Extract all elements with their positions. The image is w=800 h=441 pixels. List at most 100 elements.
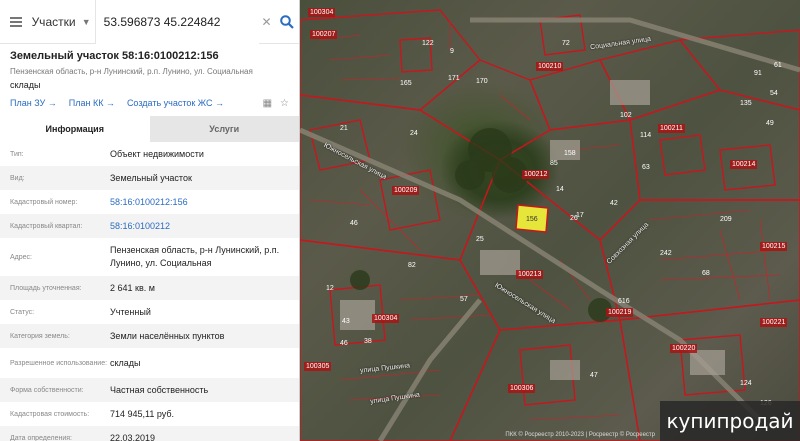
info-value: Объект недвижимости <box>110 148 204 159</box>
parcel-number: 46 <box>340 340 348 347</box>
parcel-number: 12 <box>326 285 334 292</box>
info-key: Адрес: <box>10 253 32 261</box>
info-key: Кадастровая стоимость: <box>10 410 90 418</box>
tabs: Информация Услуги <box>0 116 299 142</box>
info-row: Категория земель: Земли населённых пункт… <box>0 324 299 348</box>
parcel-number: 49 <box>766 120 774 127</box>
parcel-links: План ЗУ → План КК → Создать участок ЖС →… <box>10 96 289 110</box>
quarter-label: 100304 <box>308 8 336 17</box>
info-value: Земельный участок <box>110 172 192 183</box>
satellite-map[interactable]: 100207 100210 100211 100214 100212 10020… <box>300 0 800 441</box>
parcel-number: 14 <box>556 186 564 193</box>
cadastral-quarter-link[interactable]: 58:16:0100212 <box>110 220 299 233</box>
search-button[interactable] <box>274 0 299 44</box>
info-value: Учтенный <box>110 306 151 317</box>
info-key: Разрешенное использование: <box>10 359 108 367</box>
category-select[interactable]: Участки ▼ <box>32 0 95 44</box>
parcel-number: 17 <box>576 212 584 219</box>
info-value: 714 945,11 руб. <box>110 408 175 419</box>
quarter-label: 100305 <box>304 362 332 371</box>
clear-button[interactable]: ✕ <box>259 0 275 44</box>
search-input[interactable] <box>94 0 259 44</box>
info-key: Площадь уточненная: <box>10 284 82 292</box>
parcel-number: 38 <box>364 338 372 345</box>
info-row: Кадастровый квартал: 58:16:0100212 <box>0 214 299 238</box>
parcel-number: 63 <box>642 164 650 171</box>
parcel-number: 61 <box>774 62 782 69</box>
parcel-number: 165 <box>400 80 412 87</box>
info-panel: Участки ▼ ✕ Земельный участок 58:16:0100… <box>0 0 300 441</box>
parcel-number: 25 <box>476 236 484 243</box>
parcel-number: 57 <box>460 296 468 303</box>
info-row: Тип: Объект недвижимости <box>0 142 299 166</box>
parcel-number: 91 <box>754 70 762 77</box>
quarter-label: 100214 <box>730 160 758 169</box>
quarter-label: 100221 <box>760 318 788 327</box>
quarter-label: 100304 <box>372 314 400 323</box>
parcel-number: 46 <box>350 220 358 227</box>
info-table: Тип: Объект недвижимости Вид: Земельный … <box>0 142 299 441</box>
info-row: Кадастровая стоимость: 714 945,11 руб. <box>0 402 299 426</box>
star-icon[interactable]: ☆ <box>280 98 289 109</box>
quarter-label: 100213 <box>516 270 544 279</box>
parcel-title: Земельный участок 58:16:0100212:156 <box>10 50 219 62</box>
quarter-label: 100211 <box>658 124 685 133</box>
info-row: Форма собственности: Частная собственнос… <box>0 378 299 402</box>
menu-button[interactable] <box>0 0 32 44</box>
parcel-number: 616 <box>618 298 630 305</box>
quarter-label: 100215 <box>760 242 788 251</box>
quarter-label: 100220 <box>670 344 698 353</box>
parcel-number: 124 <box>740 380 752 387</box>
parcel-number: 122 <box>422 40 434 47</box>
info-row: Кадастровый номер: 58:16:0100212:156 <box>0 190 299 214</box>
create-parcel-link[interactable]: Создать участок ЖС → <box>127 98 224 108</box>
report-icon[interactable]: ▦ <box>263 98 272 109</box>
parcel-number: 47 <box>590 372 598 379</box>
info-key: Вид: <box>10 174 25 182</box>
parcel-number: 171 <box>448 75 460 82</box>
info-value: Частная собственность <box>110 384 209 395</box>
info-row: Разрешенное использование: склады <box>0 348 299 378</box>
parcel-number: 209 <box>720 216 732 223</box>
parcel-address: Пензенская область, р-н Лунинский, р.п. … <box>10 67 253 76</box>
parcel-number: 21 <box>340 125 348 132</box>
parcel-number: 72 <box>562 40 570 47</box>
parcel-number: 43 <box>342 318 350 325</box>
chevron-down-icon: ▼ <box>81 16 91 27</box>
info-key: Форма собственности: <box>10 386 84 394</box>
hamburger-icon <box>9 16 22 27</box>
search-bar: Участки ▼ ✕ <box>0 0 299 44</box>
parcel-number: 114 <box>640 132 652 139</box>
parcel-number: 158 <box>564 150 576 157</box>
close-icon: ✕ <box>261 14 272 29</box>
info-key: Дата определения: <box>10 434 72 441</box>
info-row: Площадь уточненная: 2 641 кв. м <box>0 276 299 300</box>
parcel-number: 54 <box>770 90 778 97</box>
info-key: Тип: <box>10 150 24 158</box>
parcel-header: Земельный участок 58:16:0100212:156 Пенз… <box>0 44 299 110</box>
quarter-label: 100209 <box>392 186 420 195</box>
info-row: Дата определения: 22.03.2019 <box>0 426 299 441</box>
info-key: Категория земель: <box>10 332 70 340</box>
info-value: 2 641 кв. м <box>110 282 155 293</box>
plan-zu-link[interactable]: План ЗУ → <box>10 98 57 108</box>
info-value: Пензенская область, р-н Лунинский, р.п. … <box>110 245 280 268</box>
watermark: купипродай <box>660 401 800 441</box>
selected-parcel-label: 156 <box>526 216 538 223</box>
parcel-number: 68 <box>702 270 710 277</box>
parcel-number: 42 <box>610 200 618 207</box>
parcel-number: 102 <box>620 112 632 119</box>
info-key: Статус: <box>10 308 35 316</box>
tab-services[interactable]: Услуги <box>149 116 299 142</box>
plan-kk-link[interactable]: План КК → <box>69 98 115 108</box>
cadastral-number-link[interactable]: 58:16:0100212:156 <box>110 196 299 209</box>
parcel-number: 85 <box>550 160 558 167</box>
info-value: Земли населённых пунктов <box>110 330 225 341</box>
category-value: Участки <box>31 14 76 29</box>
parcel-number: 24 <box>410 130 418 137</box>
parcel-use: склады <box>10 80 41 90</box>
quarter-label: 100219 <box>606 308 634 317</box>
tab-info[interactable]: Информация <box>0 116 150 142</box>
info-row: Статус: Учтенный <box>0 300 299 324</box>
parcel-number: 9 <box>450 48 454 55</box>
